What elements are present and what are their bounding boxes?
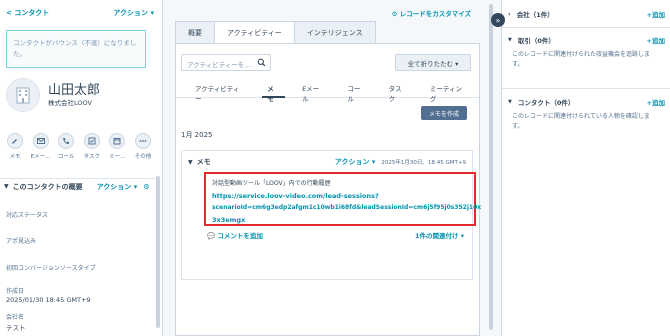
calendar-icon	[113, 138, 121, 145]
avatar	[6, 78, 40, 112]
section-description: このレコードに関連付けられている人物を確認します。	[512, 113, 650, 130]
expand-sidebar-button[interactable]: »	[491, 13, 505, 27]
property-label: 会社名	[6, 314, 25, 321]
memo-footer: 💬 コメントを追加 1件の関連付け ▾	[207, 230, 464, 240]
chevron-right-icon[interactable]: ›	[508, 10, 511, 18]
quick-action-more[interactable]: その他	[132, 133, 154, 160]
comment-icon: 💬	[207, 232, 216, 240]
memo-url-line[interactable]: scenarioId=cm6g3edp2afgm1c10wb1i68fd&lea…	[212, 202, 481, 214]
overview-actions-dropdown[interactable]: アクション ▾	[97, 182, 138, 192]
contact-left-panel: < コンタクト アクション ▾ コンタクトがバウンス（不達）になりました。 山田…	[0, 0, 163, 336]
section-title: 取引（0件）	[517, 37, 555, 45]
quick-actions: メモ Eメー… コール タスク ミー… その他	[4, 133, 154, 160]
add-comment-link[interactable]: 💬 コメントを追加	[207, 230, 263, 240]
quick-action-call[interactable]: コール	[55, 133, 77, 160]
section-title: コンタクト（0件）	[517, 99, 575, 107]
property-label: 作成日	[6, 288, 25, 295]
memo-url-line[interactable]: 3x3emgx	[212, 214, 468, 226]
chevron-down-icon[interactable]: ▼	[508, 99, 512, 105]
divider	[502, 88, 670, 89]
add-company-link[interactable]: +追加	[647, 9, 665, 19]
property-value[interactable]: テスト	[6, 322, 26, 332]
subtab-call[interactable]: コール	[336, 78, 377, 103]
associations-dropdown[interactable]: 1件の関連付け ▾	[415, 230, 464, 240]
create-memo-button[interactable]: メモを作成	[420, 106, 467, 120]
section-companies: › 会社（1件） +追加	[502, 9, 670, 19]
memo-body-highlight: 対話型動画ツール「LOOV」内での行動履歴 https://service.lo…	[204, 172, 481, 226]
section-description: このレコードに関連付けられた収益機会を追跡します。	[512, 51, 651, 68]
overview-section-header[interactable]: ▼ このコンタクトの概要 アクション ▾ ⚙	[0, 178, 155, 194]
building-icon	[16, 87, 30, 104]
subtab-email[interactable]: Eメール	[291, 78, 336, 103]
record-tabs: 概要 アクティビティー インテリジェンス	[175, 21, 376, 44]
contact-actions-dropdown[interactable]: アクション ▾	[113, 8, 154, 18]
contact-company: 株式会社LOOV	[48, 99, 92, 107]
tab-overview[interactable]: 概要	[175, 21, 215, 43]
memo-body-text: 対話型動画ツール「LOOV」内での行動履歴	[212, 180, 331, 187]
overview-title: このコンタクトの概要	[12, 182, 83, 191]
memo-actions-dropdown[interactable]: アクション ▾	[335, 157, 376, 167]
chevron-down-icon[interactable]: ▼	[508, 37, 512, 43]
property-label: アポ見込み	[6, 238, 37, 245]
property-value[interactable]: 2025/01/30 18:45 GMT+9	[6, 296, 91, 304]
note-icon	[12, 139, 17, 144]
associations-right-panel: › 会社（1件） +追加 ▼ 取引（0件） +追加 このレコードに関連付けられた…	[501, 0, 670, 336]
memo-url-line[interactable]: https://service.loov-video.com/lead-sess…	[212, 190, 468, 202]
contact-name: 山田太郎	[48, 83, 101, 98]
subtab-task[interactable]: タスク	[378, 78, 419, 103]
back-to-contacts-link[interactable]: < コンタクト	[6, 8, 49, 18]
more-icon	[139, 140, 147, 142]
email-icon	[36, 138, 45, 144]
quick-action-meeting[interactable]: ミー…	[106, 133, 128, 160]
quick-action-email[interactable]: Eメー…	[30, 133, 52, 160]
left-scrollbar[interactable]	[156, 176, 160, 328]
customize-record-link[interactable]: ⚙ レコードをカスタマイズ	[392, 8, 471, 18]
section-deals: ▼ 取引（0件） +追加 このレコードに関連付けられた収益機会を追跡します。	[502, 35, 670, 70]
activity-subtabs: アクティビティー メモ Eメール コール タスク ミーティング	[176, 78, 479, 103]
memo-title: メモ	[196, 158, 211, 166]
quick-action-task[interactable]: タスク	[81, 133, 103, 160]
subtab-activity[interactable]: アクティビティー	[184, 78, 256, 103]
memo-date: 2025年1月30日、18:45 GMT+9	[381, 160, 466, 166]
task-icon	[88, 137, 96, 145]
quick-action-note[interactable]: メモ	[4, 133, 26, 160]
collapse-all-button[interactable]: 全て折りたたむ ▾	[395, 54, 471, 71]
chevron-down-icon: ▼	[4, 183, 9, 190]
phone-icon	[63, 138, 70, 145]
tab-activity[interactable]: アクティビティー	[214, 21, 295, 44]
month-heading: 1月 2025	[181, 131, 213, 139]
subtab-meeting[interactable]: ミーティング	[419, 78, 479, 103]
search-icon	[257, 58, 266, 67]
middle-scrollbar[interactable]	[489, 4, 493, 330]
add-contact-link[interactable]: +追加	[647, 97, 665, 107]
property-label: 対応ステータス	[6, 212, 49, 219]
settings-icon[interactable]: ⚙	[143, 183, 149, 191]
section-title: 会社（1件）	[516, 11, 554, 19]
activity-card: アクティビティーを… 全て折りたたむ ▾ アクティビティー メモ Eメール コー…	[175, 43, 481, 336]
subtab-memo[interactable]: メモ	[256, 78, 291, 103]
activity-search-input[interactable]: アクティビティーを…	[181, 54, 271, 71]
memo-header: ▼ メモ アクション ▾ 2025年1月30日、18:45 GMT+9	[188, 157, 466, 167]
divider	[502, 27, 670, 28]
left-header: < コンタクト アクション ▾	[6, 8, 154, 18]
double-chevron-right-icon: »	[495, 15, 501, 25]
tab-intelligence[interactable]: インテリジェンス	[293, 21, 376, 43]
bounce-notice: コンタクトがバウンス（不達）になりました。	[6, 30, 146, 68]
property-label: 初回コンバージョンソースタイプ	[6, 265, 96, 272]
chevron-down-icon[interactable]: ▼	[188, 159, 193, 166]
add-deal-link[interactable]: +追加	[647, 35, 665, 45]
section-contacts: ▼ コンタクト（0件） +追加 このレコードに関連付けられている人物を確認します…	[502, 97, 670, 132]
memo-item: ▼ メモ アクション ▾ 2025年1月30日、18:45 GMT+9 対話型動…	[181, 150, 481, 280]
gear-icon: ⚙	[391, 10, 398, 18]
activity-center-panel: ⚙ レコードをカスタマイズ 概要 アクティビティー インテリジェンス アクティビ…	[163, 0, 493, 336]
